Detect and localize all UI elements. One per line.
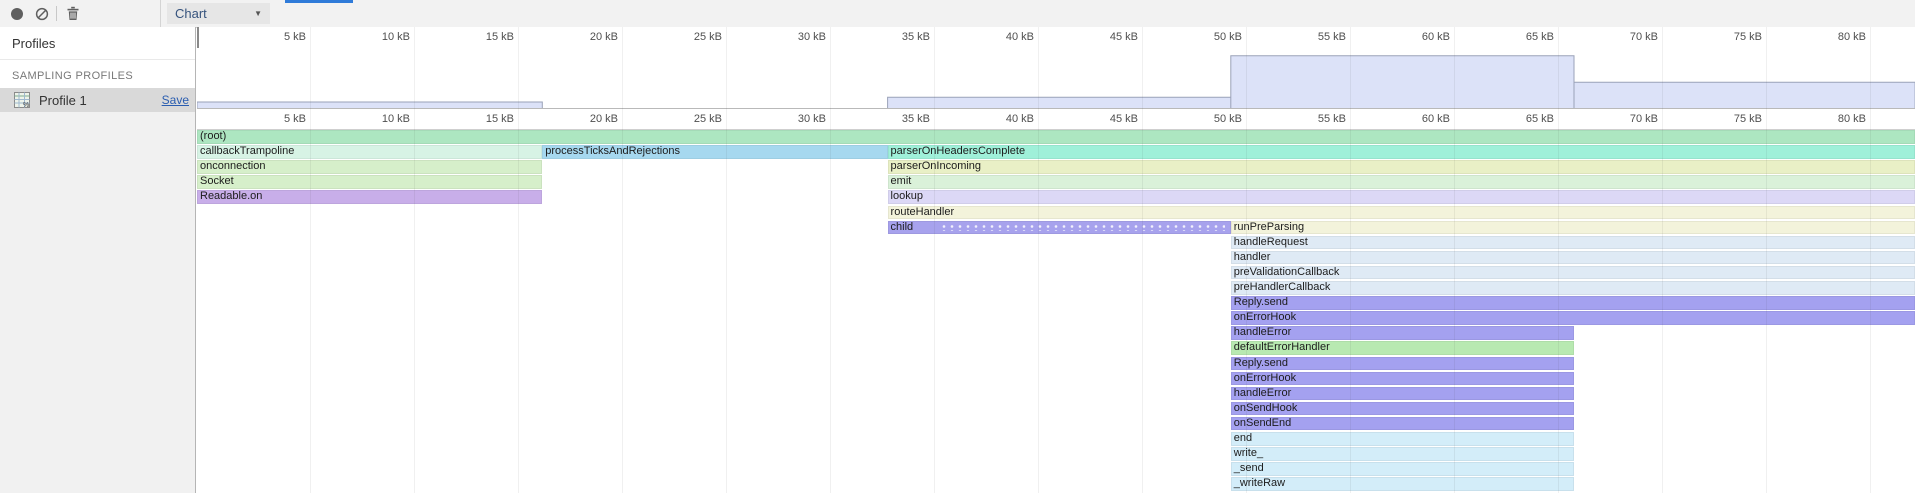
axis-tick-label: 80 kB: [1806, 31, 1866, 43]
axis-tick-label: 25 kB: [662, 113, 722, 125]
axis-tick-label: 50 kB: [1182, 113, 1242, 125]
memory-ruler-top: 5 kB 10 kB 15 kB 20 kB 25 kB 30 kB 35 kB 40 kB 4…: [197, 27, 1915, 48]
save-link[interactable]: Save: [162, 93, 189, 107]
toolbar-separator: [56, 6, 57, 21]
flame-bar[interactable]: processTicksAndRejections: [542, 145, 887, 159]
flame-bar[interactable]: handleError: [1231, 326, 1574, 340]
flame-bar[interactable]: handleError: [1231, 387, 1574, 401]
flame-bar[interactable]: parserOnIncoming: [888, 160, 1915, 174]
axis-tick-label: 55 kB: [1286, 113, 1346, 125]
ruler-origin-marker: [197, 27, 199, 48]
flame-bar[interactable]: onSendHook: [1231, 402, 1574, 416]
axis-tick-label: 35 kB: [870, 31, 930, 43]
record-button[interactable]: [6, 3, 28, 24]
flame-bar-dot-pattern: [940, 224, 1225, 232]
flame-bar[interactable]: onErrorHook: [1231, 372, 1574, 386]
axis-tick-label: 10 kB: [350, 113, 410, 125]
axis-tick-label: 45 kB: [1078, 113, 1138, 125]
flame-bar[interactable]: onconnection: [197, 160, 542, 174]
axis-tick-label: 40 kB: [974, 31, 1034, 43]
axis-tick-label: 60 kB: [1390, 113, 1450, 125]
flame-bar[interactable]: _send: [1231, 462, 1574, 476]
flame-bar[interactable]: callbackTrampoline: [197, 145, 542, 159]
flame-bar[interactable]: Socket: [197, 175, 542, 189]
memory-ruler-bottom: 5 kB 10 kB 15 kB 20 kB 25 kB 30 kB 35 kB 40 kB 4…: [197, 109, 1915, 130]
axis-tick-label: 50 kB: [1182, 31, 1242, 43]
axis-tick-label: 40 kB: [974, 113, 1034, 125]
flame-bar[interactable]: child: [888, 221, 1231, 235]
flame-bar[interactable]: onErrorHook: [1231, 311, 1915, 325]
svg-text:%: %: [23, 102, 29, 108]
axis-tick-label: 75 kB: [1702, 113, 1762, 125]
flame-bar[interactable]: parserOnHeadersComplete: [888, 145, 1915, 159]
flame-bar[interactable]: handler: [1231, 251, 1915, 265]
sidebar-empty-area: [0, 112, 195, 493]
clear-button[interactable]: [31, 3, 53, 24]
flame-bar[interactable]: runPreParsing: [1231, 221, 1915, 235]
profiles-sidebar: Profiles SAMPLING PROFILES % Profile 1 S…: [0, 27, 196, 493]
axis-tick-label: 45 kB: [1078, 31, 1138, 43]
axis-tick-label: 35 kB: [870, 113, 930, 125]
axis-tick-label: 55 kB: [1286, 31, 1346, 43]
flame-bar[interactable]: preHandlerCallback: [1231, 281, 1915, 295]
memory-profiler-panel: Chart ▼ Profiles SAMPLING PROFILES % Pro…: [0, 0, 1915, 493]
axis-tick-label: 65 kB: [1494, 31, 1554, 43]
profile-item[interactable]: % Profile 1 Save: [0, 88, 195, 112]
flame-bar[interactable]: Readable.on: [197, 190, 542, 204]
axis-tick-label: 30 kB: [766, 113, 826, 125]
axis-tick-label: 60 kB: [1390, 31, 1450, 43]
sidebar-title: Profiles: [12, 36, 183, 51]
flame-chart-pane: 5 kB 10 kB 15 kB 20 kB 25 kB 30 kB 35 kB 40 kB 4…: [197, 27, 1915, 493]
flame-bar[interactable]: end: [1231, 432, 1574, 446]
flame-bar[interactable]: preValidationCallback: [1231, 266, 1915, 280]
axis-tick-label: 15 kB: [454, 31, 514, 43]
axis-tick-label: 30 kB: [766, 31, 826, 43]
axis-tick-label: 20 kB: [558, 31, 618, 43]
profiler-toolbar: Chart ▼: [0, 0, 1915, 28]
flame-bar[interactable]: write_: [1231, 447, 1574, 461]
flame-chart: (root)callbackTrampolineprocessTicksAndR…: [197, 130, 1915, 493]
delete-profile-button[interactable]: [62, 3, 84, 24]
flame-bar[interactable]: _writeRaw: [1231, 477, 1574, 491]
flame-bar[interactable]: onSendEnd: [1231, 417, 1574, 431]
chevron-down-icon: ▼: [254, 9, 270, 18]
axis-tick-label: 70 kB: [1598, 31, 1658, 43]
axis-tick-label: 25 kB: [662, 31, 722, 43]
axis-tick-label: 15 kB: [454, 113, 514, 125]
axis-tick-label: 75 kB: [1702, 31, 1762, 43]
axis-tick-label: 70 kB: [1598, 113, 1658, 125]
sidebar-header: Profiles: [0, 27, 195, 60]
axis-tick-label: 65 kB: [1494, 113, 1554, 125]
axis-tick-label: 80 kB: [1806, 113, 1866, 125]
sampling-profiles-section-label: SAMPLING PROFILES: [0, 60, 195, 88]
axis-tick-label: 10 kB: [350, 31, 410, 43]
flame-bar[interactable]: Reply.send: [1231, 296, 1915, 310]
flame-bar[interactable]: handleRequest: [1231, 236, 1915, 250]
axis-tick-label: 5 kB: [246, 113, 306, 125]
flame-bar[interactable]: routeHandler: [888, 206, 1915, 220]
trash-icon: [66, 6, 80, 21]
clear-icon: [35, 7, 49, 21]
flame-bar[interactable]: defaultErrorHandler: [1231, 341, 1574, 355]
flame-bar[interactable]: emit: [888, 175, 1915, 189]
axis-tick-label: 20 kB: [558, 113, 618, 125]
view-mode-value: Chart: [167, 6, 254, 21]
view-mode-select[interactable]: Chart ▼: [167, 3, 270, 24]
overview-area-path: [197, 56, 1915, 108]
heap-profile-icon: %: [14, 92, 30, 108]
toolbar-panel-separator: [160, 0, 161, 27]
flame-bar[interactable]: lookup: [888, 190, 1915, 204]
flame-bar[interactable]: (root): [197, 130, 1915, 144]
active-tab-indicator: [285, 0, 353, 3]
memory-overview[interactable]: [197, 48, 1915, 109]
axis-tick-label: 5 kB: [246, 31, 306, 43]
record-icon: [11, 8, 23, 20]
flame-bar[interactable]: Reply.send: [1231, 357, 1574, 371]
profile-name: Profile 1: [39, 93, 162, 108]
